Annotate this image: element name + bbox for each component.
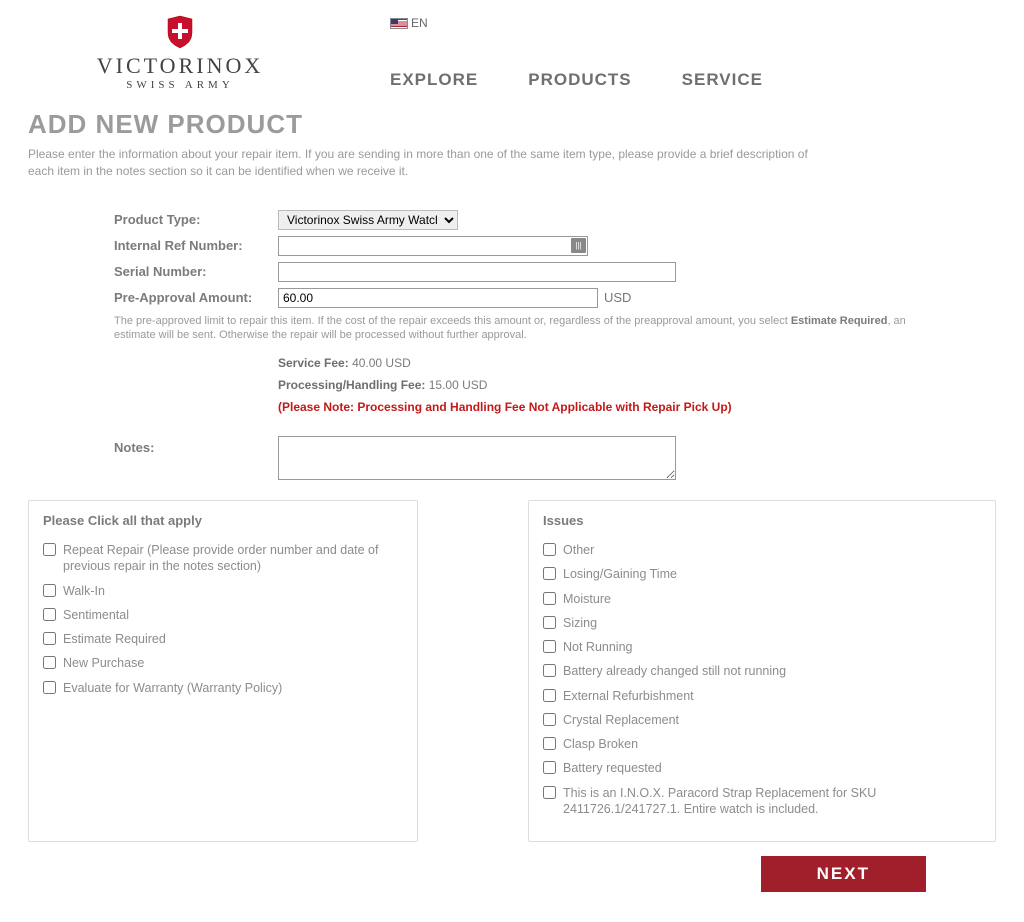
apply-item[interactable]: Walk-In	[43, 583, 403, 599]
issue-label: Not Running	[563, 639, 633, 655]
row-internal-ref: Internal Ref Number: |||	[114, 236, 996, 256]
label-product-type: Product Type:	[114, 212, 278, 227]
fee-note: (Please Note: Processing and Handling Fe…	[278, 400, 996, 414]
apply-checkbox[interactable]	[43, 543, 56, 556]
row-product-type: Product Type: Victorinox Swiss Army Watc…	[114, 210, 996, 230]
language-selector[interactable]: EN	[390, 16, 1004, 30]
header: VICTORINOX SWISS ARMY EN EXPLORE PRODUCT…	[0, 0, 1024, 91]
product-type-select[interactable]: Victorinox Swiss Army Watch	[278, 210, 458, 230]
issue-checkbox[interactable]	[543, 567, 556, 580]
processing-fee: Processing/Handling Fee: 15.00 USD	[278, 378, 996, 392]
apply-header: Please Click all that apply	[43, 513, 403, 528]
apply-label: Sentimental	[63, 607, 129, 623]
currency-label: USD	[604, 290, 631, 305]
apply-item[interactable]: Sentimental	[43, 607, 403, 623]
issue-item[interactable]: Battery already changed still not runnin…	[543, 663, 981, 679]
apply-checkbox[interactable]	[43, 584, 56, 597]
form-block: Product Type: Victorinox Swiss Army Watc…	[28, 210, 996, 481]
barcode-icon[interactable]: |||	[571, 238, 586, 253]
issue-checkbox[interactable]	[543, 543, 556, 556]
shield-icon	[166, 15, 194, 49]
issue-label: This is an I.N.O.X. Paracord Strap Repla…	[563, 785, 981, 818]
preapproval-fine-print: The pre-approved limit to repair this it…	[114, 314, 914, 343]
notes-textarea[interactable]	[278, 436, 676, 480]
apply-checkbox[interactable]	[43, 681, 56, 694]
brand-name: VICTORINOX	[20, 53, 340, 79]
apply-item[interactable]: Evaluate for Warranty (Warranty Policy)	[43, 680, 403, 696]
nav-service[interactable]: SERVICE	[682, 70, 763, 90]
issue-item[interactable]: Moisture	[543, 591, 981, 607]
lang-code: EN	[411, 16, 428, 30]
issue-label: Clasp Broken	[563, 736, 638, 752]
preapproval-input[interactable]	[278, 288, 598, 308]
page-body: ADD NEW PRODUCT Please enter the informa…	[0, 91, 1024, 922]
label-serial: Serial Number:	[114, 264, 278, 279]
row-preapproval: Pre-Approval Amount: USD	[114, 288, 996, 308]
issue-item[interactable]: Battery requested	[543, 760, 981, 776]
issue-item[interactable]: Sizing	[543, 615, 981, 631]
service-fee: Service Fee: 40.00 USD	[278, 356, 996, 370]
issue-label: Crystal Replacement	[563, 712, 679, 728]
next-button[interactable]: NEXT	[761, 856, 926, 892]
intro-text: Please enter the information about your …	[28, 146, 828, 180]
issue-label: Losing/Gaining Time	[563, 566, 677, 582]
apply-item[interactable]: Estimate Required	[43, 631, 403, 647]
label-notes: Notes:	[114, 436, 278, 455]
apply-column: Please Click all that apply Repeat Repai…	[28, 500, 418, 842]
issue-checkbox[interactable]	[543, 616, 556, 629]
issue-item[interactable]: Losing/Gaining Time	[543, 566, 981, 582]
issues-column: Issues Other Losing/Gaining Time Moisture S…	[528, 500, 996, 842]
checkbox-columns: Please Click all that apply Repeat Repai…	[28, 500, 996, 842]
header-right: EN EXPLORE PRODUCTS SERVICE	[340, 10, 1004, 90]
issue-label: Moisture	[563, 591, 611, 607]
page-title: ADD NEW PRODUCT	[28, 109, 996, 140]
issue-checkbox[interactable]	[543, 689, 556, 702]
apply-label: Evaluate for Warranty (Warranty Policy)	[63, 680, 282, 696]
row-serial: Serial Number:	[114, 262, 996, 282]
apply-checkbox[interactable]	[43, 608, 56, 621]
serial-input[interactable]	[278, 262, 676, 282]
brand-sub: SWISS ARMY	[20, 79, 340, 91]
issue-checkbox[interactable]	[543, 664, 556, 677]
issues-header: Issues	[543, 513, 981, 528]
label-internal-ref: Internal Ref Number:	[114, 238, 278, 253]
apply-checkbox[interactable]	[43, 656, 56, 669]
issue-item[interactable]: External Refurbishment	[543, 688, 981, 704]
issue-item[interactable]: Clasp Broken	[543, 736, 981, 752]
fee-block: Service Fee: 40.00 USD Processing/Handli…	[114, 356, 996, 414]
flag-icon	[390, 18, 408, 29]
nav-explore[interactable]: EXPLORE	[390, 70, 478, 90]
apply-label: Walk-In	[63, 583, 105, 599]
issue-item[interactable]: Not Running	[543, 639, 981, 655]
issue-item[interactable]: This is an I.N.O.X. Paracord Strap Repla…	[543, 785, 981, 818]
apply-item[interactable]: New Purchase	[43, 655, 403, 671]
apply-label: Estimate Required	[63, 631, 166, 647]
issue-checkbox[interactable]	[543, 761, 556, 774]
issue-item[interactable]: Crystal Replacement	[543, 712, 981, 728]
issue-label: Other	[563, 542, 594, 558]
issue-checkbox[interactable]	[543, 592, 556, 605]
row-notes: Notes:	[114, 436, 996, 480]
issue-checkbox[interactable]	[543, 737, 556, 750]
issue-label: Battery already changed still not runnin…	[563, 663, 786, 679]
issue-checkbox[interactable]	[543, 713, 556, 726]
issue-item[interactable]: Other	[543, 542, 981, 558]
internal-ref-input[interactable]	[278, 236, 588, 256]
main-nav: EXPLORE PRODUCTS SERVICE	[390, 70, 1004, 90]
apply-label: New Purchase	[63, 655, 144, 671]
label-preapproval: Pre-Approval Amount:	[114, 290, 278, 305]
issue-label: Battery requested	[563, 760, 662, 776]
apply-label: Repeat Repair (Please provide order numb…	[63, 542, 403, 575]
issue-label: Sizing	[563, 615, 597, 631]
apply-item[interactable]: Repeat Repair (Please provide order numb…	[43, 542, 403, 575]
apply-checkbox[interactable]	[43, 632, 56, 645]
issue-label: External Refurbishment	[563, 688, 694, 704]
nav-products[interactable]: PRODUCTS	[528, 70, 631, 90]
issue-checkbox[interactable]	[543, 640, 556, 653]
logo-block: VICTORINOX SWISS ARMY	[20, 10, 340, 91]
